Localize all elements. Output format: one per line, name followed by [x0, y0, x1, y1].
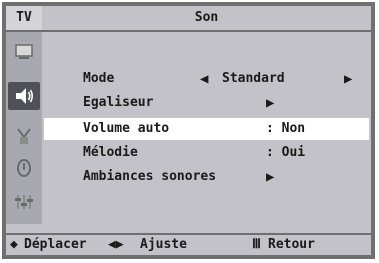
menu-title: Son [194, 10, 219, 25]
menu-item-volume-auto[interactable]: Volume auto : Non [44, 118, 369, 140]
input-icon[interactable] [14, 192, 34, 212]
channel-icon[interactable] [14, 126, 34, 146]
menu-item-egaliseur[interactable]: Egaliseur ▶ [44, 92, 369, 114]
menu-item-label: Ambiances sonores [83, 169, 217, 184]
mode-value: Standard [222, 71, 285, 86]
move-icon: ◆ [10, 237, 18, 252]
picture-icon[interactable] [14, 42, 34, 62]
menu-item-label: Mode [83, 71, 115, 86]
title-bar: TV Son [6, 6, 371, 32]
menu-item-label: Egaliseur [83, 95, 154, 110]
volume-auto-value: : Non [266, 121, 306, 136]
osd-window: TV Son Mode ◀ Standard ▶ Egaliseur ▶ Vol… [2, 2, 375, 259]
menu-item-ambiances-sonores[interactable]: Ambiances sonores ▶ [44, 166, 369, 188]
submenu-arrow-icon: ▶ [266, 169, 275, 185]
menu-list: Mode ◀ Standard ▶ Egaliseur ▶ Volume aut… [42, 32, 371, 224]
menu-item-label: Volume auto [83, 121, 170, 136]
move-hint: Déplacer [24, 237, 87, 252]
menu-item-melodie[interactable]: Mélodie : Oui [44, 142, 369, 164]
osd-panel: TV Son Mode ◀ Standard ▶ Egaliseur ▶ Vol… [6, 6, 371, 255]
return-hint: Retour [268, 237, 315, 252]
left-arrow-icon[interactable]: ◀ [200, 68, 208, 90]
adjust-hint: Ajuste [140, 237, 187, 252]
menu-item-mode[interactable]: Mode ◀ Standard ▶ [44, 68, 369, 90]
melodie-value: : Oui [266, 145, 306, 160]
menu-icon: Ⅲ [252, 237, 261, 252]
submenu-arrow-icon: ▶ [266, 95, 275, 111]
help-footer: ◆ Déplacer ◀▶ Ajuste Ⅲ Retour [6, 233, 371, 255]
category-sidebar [6, 32, 42, 224]
tv-label: TV [6, 6, 42, 30]
adjust-icon: ◀▶ [108, 237, 124, 252]
setup-icon[interactable] [14, 158, 34, 178]
right-arrow-icon[interactable]: ▶ [344, 68, 352, 90]
menu-item-label: Mélodie [83, 145, 138, 160]
sound-icon[interactable] [8, 82, 40, 110]
